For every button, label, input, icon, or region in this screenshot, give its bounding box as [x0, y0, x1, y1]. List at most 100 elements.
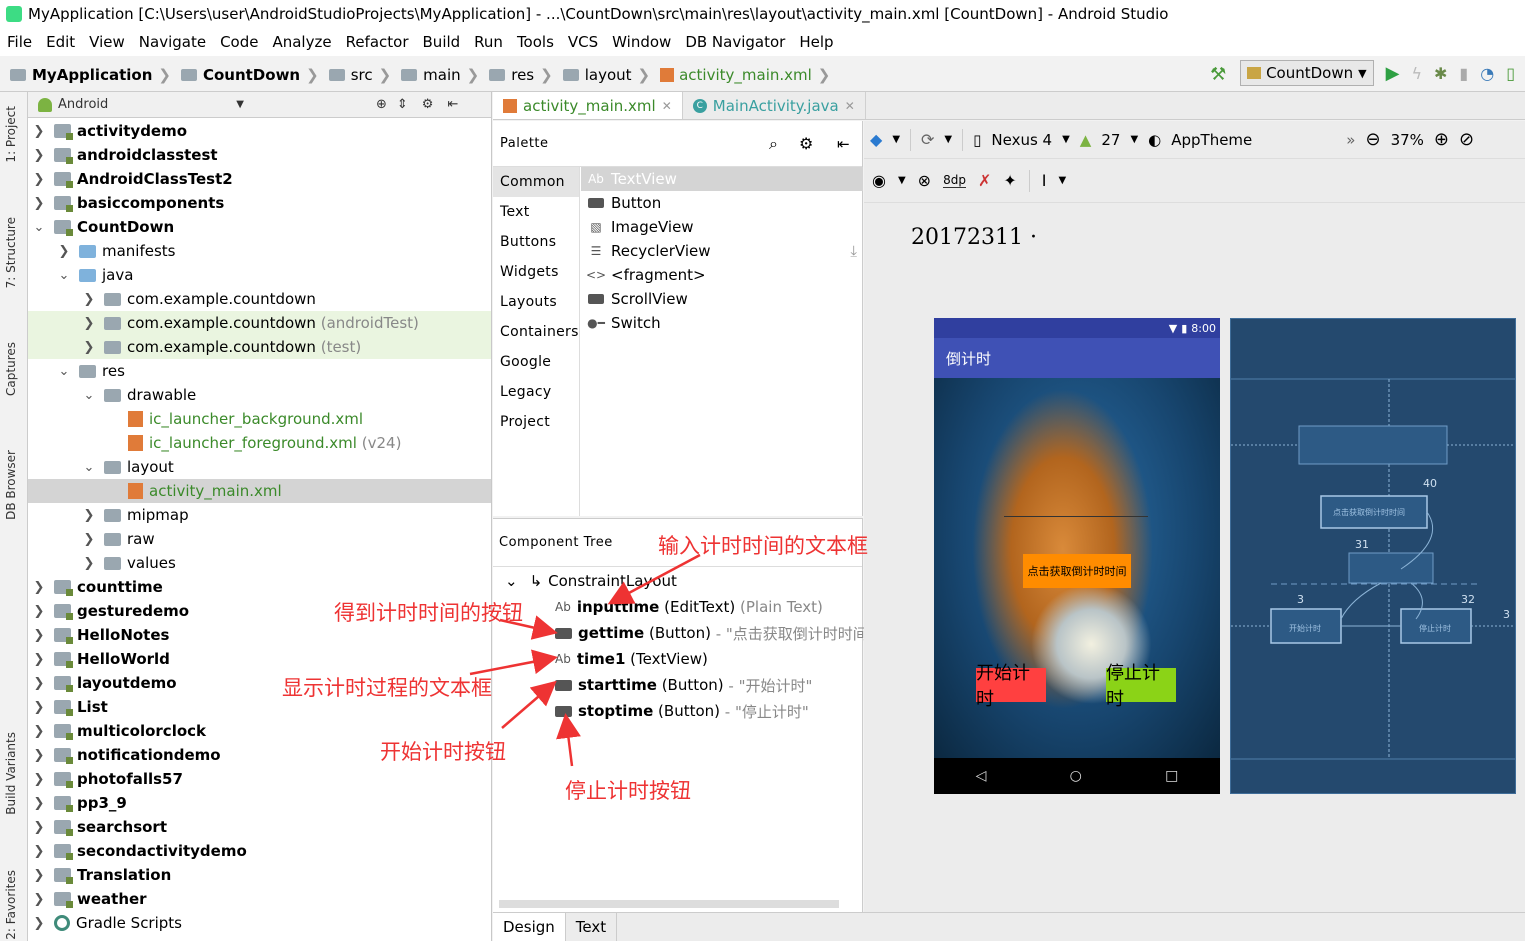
- avd-manager-icon[interactable]: ▯: [1506, 64, 1515, 83]
- tree-item-module[interactable]: ❯ searchsort: [28, 815, 491, 839]
- tree-item-file[interactable]: ic_launcher_background.xml: [28, 407, 491, 431]
- palette-category[interactable]: Widgets: [493, 257, 579, 287]
- debug-icon[interactable]: ✱: [1434, 64, 1447, 83]
- tree-item-module[interactable]: ❯ AndroidClassTest2: [28, 167, 491, 191]
- menu-refactor[interactable]: Refactor: [339, 33, 416, 51]
- start-button-preview[interactable]: 开始计时: [976, 663, 1046, 710]
- infer-constraints-icon[interactable]: ✦: [1003, 171, 1016, 190]
- download-icon[interactable]: ⤓: [850, 242, 857, 260]
- more-icon[interactable]: »: [1346, 131, 1355, 149]
- menu-vcs[interactable]: VCS: [561, 33, 605, 51]
- breadcrumb-item[interactable]: MyApplication ❯: [10, 66, 171, 84]
- tree-item-module[interactable]: ❯ Translation: [28, 863, 491, 887]
- tree-item-module[interactable]: ❯ secondactivitydemo: [28, 839, 491, 863]
- device-select[interactable]: Nexus 4: [991, 131, 1052, 149]
- palette-category[interactable]: Buttons: [493, 227, 579, 257]
- orientation-icon[interactable]: ⟳: [921, 130, 934, 149]
- tab-build-variants[interactable]: Build Variants: [4, 732, 18, 815]
- palette-category[interactable]: Google: [493, 347, 579, 377]
- tab-structure[interactable]: 7: Structure: [4, 217, 18, 288]
- tree-item-module[interactable]: ❯ weather: [28, 887, 491, 911]
- project-view-selector[interactable]: Android ▼ ⊕ ⇕ ⚙ ⇤: [28, 92, 491, 118]
- layers-icon[interactable]: ◆: [870, 130, 882, 149]
- run-icon[interactable]: ▶: [1386, 63, 1400, 84]
- zoom-out-icon[interactable]: ⊖: [1365, 129, 1380, 150]
- palette-category[interactable]: Legacy: [493, 377, 579, 407]
- api-level-select[interactable]: 27: [1101, 131, 1120, 149]
- palette-item[interactable]: ●━ Switch: [581, 311, 863, 335]
- menu-file[interactable]: File: [0, 33, 39, 51]
- palette-category[interactable]: Project: [493, 407, 579, 437]
- zoom-to-fit-icon[interactable]: ⊘: [1459, 129, 1474, 150]
- palette-category[interactable]: Containers: [493, 317, 579, 347]
- palette-category[interactable]: Layouts: [493, 287, 579, 317]
- palette-item[interactable]: Button: [581, 191, 863, 215]
- tree-node[interactable]: starttime (Button) - "开始计时": [555, 673, 812, 697]
- tree-item-folder[interactable]: ❯ raw: [28, 527, 491, 551]
- tab-design[interactable]: Design: [493, 913, 566, 941]
- menu-edit[interactable]: Edit: [39, 33, 82, 51]
- horizontal-scrollbar[interactable]: [499, 900, 839, 908]
- gear-icon[interactable]: ⚙: [799, 134, 814, 153]
- locate-icon[interactable]: ⊕: [376, 97, 387, 112]
- clear-constraints-icon[interactable]: ✗: [978, 171, 991, 190]
- menu-window[interactable]: Window: [605, 33, 678, 51]
- blueprint-preview[interactable]: 点击获取倒计时时间 开始计时 停止计时 40 31 3 32 3: [1230, 318, 1516, 794]
- tree-item-package[interactable]: ❯ com.example.countdown: [28, 287, 491, 311]
- tab-favorites[interactable]: 2: Favorites: [4, 870, 18, 940]
- tree-item-module[interactable]: ❯ photofalls57: [28, 767, 491, 791]
- menu-run[interactable]: Run: [467, 33, 510, 51]
- zoom-in-icon[interactable]: ⊕: [1434, 129, 1449, 150]
- breadcrumb-item[interactable]: main ❯: [401, 66, 479, 84]
- guidelines-icon[interactable]: I: [1042, 171, 1047, 190]
- tab-main-activity-java[interactable]: C MainActivity.java ✕: [683, 92, 866, 119]
- tree-item-module[interactable]: ❯ HelloWorld: [28, 647, 491, 671]
- palette-category[interactable]: Text: [493, 197, 579, 227]
- tree-item-file-selected[interactable]: activity_main.xml: [28, 479, 491, 503]
- tree-node[interactable]: Ab inputtime (EditText) (Plain Text): [555, 595, 823, 619]
- tree-item-folder[interactable]: ⌄ res: [28, 359, 491, 383]
- get-time-button-preview[interactable]: 点击获取倒计时时间: [1023, 554, 1131, 588]
- breadcrumb-item[interactable]: res ❯: [489, 66, 553, 84]
- collapse-icon[interactable]: ⇕: [397, 97, 408, 112]
- tree-item-gradle-scripts[interactable]: ❯ Gradle Scripts: [28, 911, 491, 935]
- tree-item-module[interactable]: ❯ pp3_9: [28, 791, 491, 815]
- palette-item[interactable]: ☰ RecyclerView ⤓: [581, 239, 863, 263]
- tree-item-folder[interactable]: ❯ mipmap: [28, 503, 491, 527]
- tree-item-folder[interactable]: ⌄ java: [28, 263, 491, 287]
- menu-code[interactable]: Code: [213, 33, 265, 51]
- palette-item[interactable]: <> <fragment>: [581, 263, 863, 287]
- palette-item[interactable]: Ab TextView: [581, 167, 863, 191]
- tree-item-folder[interactable]: ⌄ drawable: [28, 383, 491, 407]
- attach-debugger-icon[interactable]: ◔: [1480, 64, 1494, 83]
- breadcrumb-item[interactable]: layout ❯: [562, 66, 650, 84]
- tree-item-folder[interactable]: ❯ manifests: [28, 239, 491, 263]
- tab-project[interactable]: 1: Project: [4, 106, 18, 163]
- tree-item-module[interactable]: ⌄ CountDown: [28, 215, 491, 239]
- palette-item[interactable]: ScrollView: [581, 287, 863, 311]
- tree-node[interactable]: Ab time1 (TextView): [555, 647, 708, 671]
- autoconnect-off-icon[interactable]: ⊗: [918, 171, 931, 190]
- tree-item-package[interactable]: ❯ com.example.countdown (test): [28, 335, 491, 359]
- close-icon[interactable]: ✕: [845, 99, 855, 113]
- hide-panel-icon[interactable]: ⇤: [837, 135, 850, 153]
- breadcrumb-item[interactable]: src ❯: [328, 66, 391, 84]
- tree-item-module[interactable]: ❯ androidclasstest: [28, 143, 491, 167]
- tree-node-root[interactable]: ⌄ ↳ ConstraintLayout: [505, 569, 677, 593]
- stop-button-preview[interactable]: 停止计时: [1106, 663, 1176, 710]
- tab-db-browser[interactable]: DB Browser: [4, 450, 18, 520]
- menu-analyze[interactable]: Analyze: [265, 33, 338, 51]
- menu-tools[interactable]: Tools: [510, 33, 561, 51]
- tree-node[interactable]: gettime (Button) - "点击获取倒计时时间": [555, 621, 875, 645]
- tree-item-module[interactable]: ❯ counttime: [28, 575, 491, 599]
- tree-item-folder[interactable]: ❯ values: [28, 551, 491, 575]
- tree-item-folder[interactable]: ⌄ layout: [28, 455, 491, 479]
- hammer-icon[interactable]: ⚒: [1210, 64, 1228, 85]
- menu-help[interactable]: Help: [792, 33, 840, 51]
- hide-panel-icon[interactable]: ⇤: [447, 97, 458, 112]
- palette-category[interactable]: Common: [493, 167, 579, 197]
- tab-text[interactable]: Text: [566, 913, 618, 941]
- phone-preview[interactable]: ▼ ▮ 8:00 倒计时 点击获取倒计时时间 开始计时 停止计时 ◁ ○ □: [934, 318, 1220, 794]
- tab-captures[interactable]: Captures: [4, 342, 18, 396]
- default-margin-select[interactable]: 8dp: [943, 173, 966, 188]
